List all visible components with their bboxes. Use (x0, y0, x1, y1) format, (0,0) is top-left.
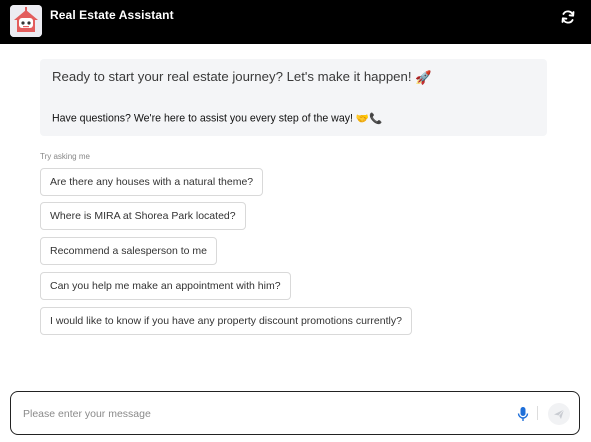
microphone-icon[interactable] (517, 406, 529, 422)
rocket-icon: 🚀 (415, 69, 432, 85)
welcome-subtitle-text: Have questions? We're here to assist you… (52, 112, 353, 125)
handshake-phone-icon: 🤝📞 (355, 113, 383, 125)
suggestions-label: Try asking me (40, 152, 90, 161)
suggestion-chip[interactable]: Are there any houses with a natural them… (40, 168, 264, 196)
suggestion-chip[interactable]: Recommend a salesperson to me (40, 237, 217, 265)
suggestion-chip[interactable]: I would like to know if you have any pro… (40, 307, 412, 335)
input-divider (537, 406, 538, 420)
suggestion-chip[interactable]: Can you help me make an appointment with… (40, 272, 291, 300)
message-input[interactable] (23, 405, 503, 423)
welcome-title: Ready to start your real estate journey?… (52, 69, 432, 86)
suggestion-chip[interactable]: Where is MIRA at Shorea Park located? (40, 202, 246, 230)
app-header: Real Estate Assistant (0, 0, 591, 44)
welcome-subtitle: Have questions? We're here to assist you… (52, 112, 382, 125)
send-button[interactable] (548, 403, 570, 425)
app-title: Real Estate Assistant (50, 8, 174, 22)
welcome-title-text: Ready to start your real estate journey?… (52, 69, 412, 84)
send-icon (554, 409, 565, 419)
robot-house-icon (10, 5, 42, 37)
refresh-icon[interactable] (560, 9, 576, 25)
welcome-card: Ready to start your real estate journey?… (40, 59, 547, 136)
message-input-box (10, 391, 580, 435)
